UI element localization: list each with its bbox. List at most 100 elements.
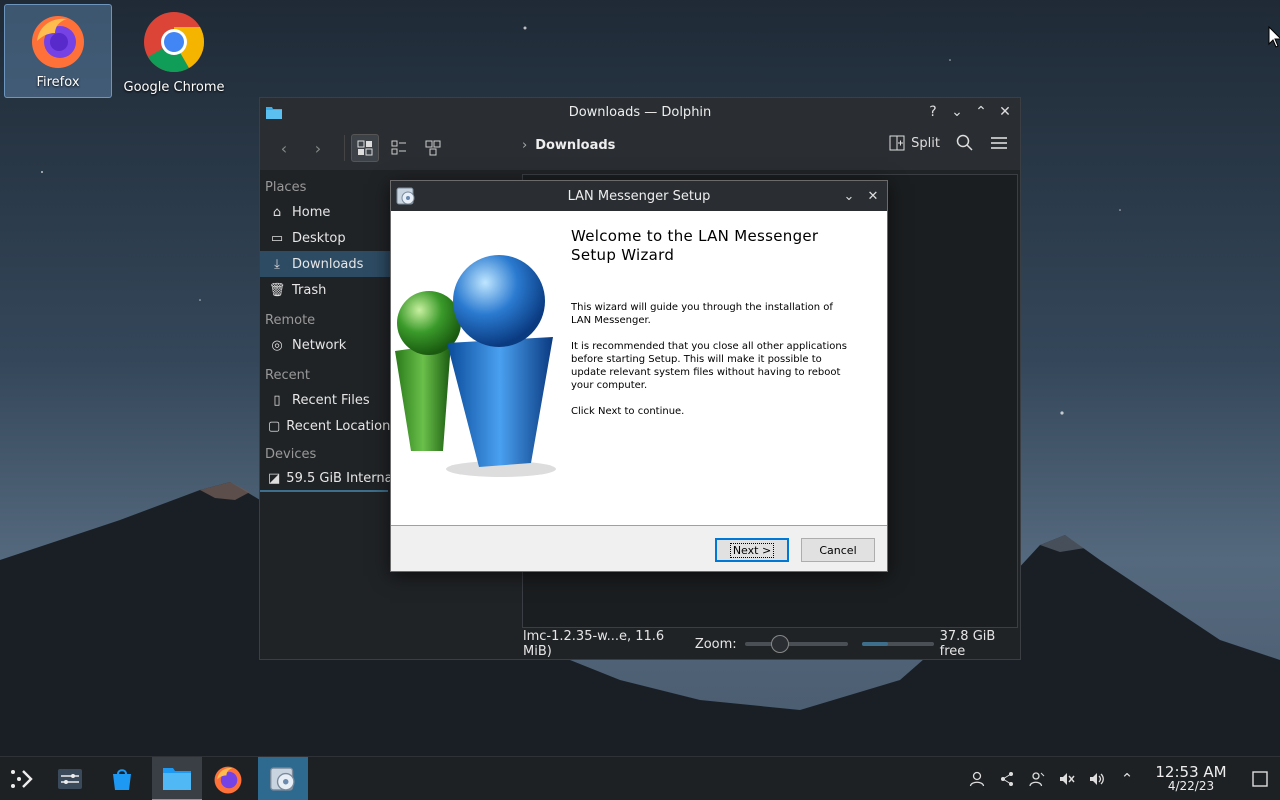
dolphin-toolbar: ‹ › › Downloads Split [260,126,1020,170]
setup-dialog: LAN Messenger Setup ⌄ ✕ Welcome to the L… [390,180,888,572]
minimize-icon[interactable]: ⌄ [948,102,966,122]
section-title-remote: Remote [265,313,316,328]
breadcrumb-current: Downloads [535,138,616,153]
lan-messenger-logo-icon [395,255,556,477]
compact-view-icon[interactable] [419,134,447,162]
breadcrumb[interactable]: › Downloads [522,138,615,153]
zoom-label: Zoom: [694,636,737,652]
setup-titlebar[interactable]: LAN Messenger Setup ⌄ ✕ [391,181,887,211]
clock-date: 4/22/23 [1167,779,1215,793]
hamburger-menu-icon[interactable] [990,134,1008,152]
desktop-icon-label: Firefox [36,75,80,90]
wizard-footer: Next > Cancel [391,525,887,571]
sidebar-item-label: Downloads [292,256,364,272]
free-space-bar [862,642,934,646]
wizard-body: Welcome to the LAN Messenger Setup Wizar… [391,211,887,525]
desktop-icon-chrome[interactable]: Google Chrome [120,4,228,98]
firefox-task-button[interactable] [206,757,250,800]
sidebar-item-label: Desktop [292,230,346,246]
sidebar-item-label: Recent Files [292,392,370,408]
split-label: Split [911,135,940,151]
volume-muted-icon[interactable] [1052,757,1082,800]
sidebar-item-trash[interactable]: 🗑 Trash [260,277,392,303]
taskbar: ⌃ 12:53 AM 4/22/23 [0,756,1280,800]
home-icon: ⌂ [272,204,282,220]
sidebar-item-label: 59.5 GiB Internal Drive [286,470,392,486]
section-title-places: Places [265,180,307,195]
shopping-bag-icon [113,768,131,790]
drive-icon: ◪ [268,470,281,486]
firefox-icon [32,16,84,68]
mouse-cursor-icon [1268,26,1280,48]
maximize-icon[interactable]: ⌃ [972,102,990,122]
help-icon[interactable]: ? [924,102,942,122]
free-space-label: 37.8 GiB free [939,629,996,659]
recent-locations-icon: ▢ [268,418,281,434]
close-icon[interactable]: ✕ [996,102,1014,122]
places-sidebar: Places ⌂ Home ▭ Desktop ⤓ Downloads 🗑 Trash … [260,174,392,634]
section-title-recent: Recent [265,368,310,383]
setup-task-button[interactable] [258,756,308,800]
next-button-label: Next > [729,542,775,558]
show-desktop-icon[interactable] [1240,757,1280,800]
desktop-icon: ▭ [270,230,284,246]
next-button[interactable]: Next > [715,538,789,562]
status-bar: lmc-1.2.35-w...e, 11.6 MiB) Zoom: 37.8 G… [260,629,1020,659]
sidebar-item-label: Trash [292,282,327,298]
wizard-intro-text: This wizard will guide you through the i… [571,302,833,326]
sidebar-item-home[interactable]: ⌂ Home [260,199,392,225]
wizard-recommend-text: It is recommended that you close all oth… [571,341,847,391]
sidebar-item-label: Network [292,337,347,353]
recent-files-icon: ▯ [273,392,281,408]
zoom-slider-handle[interactable] [770,635,789,653]
download-icon: ⤓ [274,256,280,272]
installer-icon [270,766,295,791]
sidebar-item-network[interactable]: ◎ Network [260,332,392,358]
kde-connect-icon[interactable] [992,757,1022,800]
window-title: Downloads — Dolphin [568,104,712,120]
chevron-up-icon[interactable]: ⌃ [1112,757,1142,800]
network-icon: ◎ [271,337,283,353]
sidebar-item-recent-locations[interactable]: ▢ Recent Locations [260,413,392,439]
split-button[interactable]: Split [889,135,940,151]
system-settings-button[interactable] [48,757,92,800]
back-icon[interactable]: ‹ [270,134,298,162]
forward-icon[interactable]: › [304,134,332,162]
user-icon[interactable] [962,757,992,800]
sidebar-item-internal-drive[interactable]: ◪ 59.5 GiB Internal Drive [260,466,392,492]
details-view-icon[interactable] [385,134,413,162]
launcher-icon [11,769,33,788]
selection-info: lmc-1.2.35-w...e, 11.6 MiB) [523,629,665,659]
cancel-button-label: Cancel [819,543,857,557]
dolphin-titlebar[interactable]: Downloads — Dolphin ? ⌄ ⌃ ✕ [260,98,1020,126]
sidebar-item-label: Recent Locations [286,418,392,434]
desktop-icon-label: Google Chrome [123,80,225,95]
clock[interactable]: 12:53 AM 4/22/23 [1146,763,1236,794]
trash-icon: 🗑 [268,282,286,298]
clock-time: 12:53 AM [1155,763,1227,781]
sidebar-item-label: Home [292,204,331,220]
cancel-button[interactable]: Cancel [801,538,875,562]
close-icon[interactable]: ✕ [865,186,881,206]
zoom-slider[interactable] [744,635,849,653]
desktop-icon-firefox[interactable]: Firefox [4,4,112,98]
folder-icon [163,767,191,790]
split-icon [889,135,905,151]
sidebar-item-desktop[interactable]: ▭ Desktop [260,225,392,251]
volume-icon[interactable] [1082,757,1112,800]
system-tray: ⌃ 12:53 AM 4/22/23 [962,757,1280,800]
sidebar-item-downloads[interactable]: ⤓ Downloads [260,251,392,277]
app-launcher-button[interactable] [0,757,44,800]
icons-view-icon[interactable] [351,134,379,162]
wizard-heading: Welcome to the LAN Messenger Setup Wizar… [571,227,819,264]
firefox-icon [214,766,242,793]
dolphin-task-button[interactable] [152,756,202,800]
toolbar-separator [344,135,345,161]
search-icon[interactable] [956,134,974,152]
accounts-icon[interactable] [1022,757,1052,800]
dialog-title: LAN Messenger Setup [567,188,711,204]
minimize-icon[interactable]: ⌄ [841,186,857,206]
settings-sliders-icon [58,768,82,789]
sidebar-item-recent-files[interactable]: ▯ Recent Files [260,387,392,413]
discover-button[interactable] [100,757,144,800]
